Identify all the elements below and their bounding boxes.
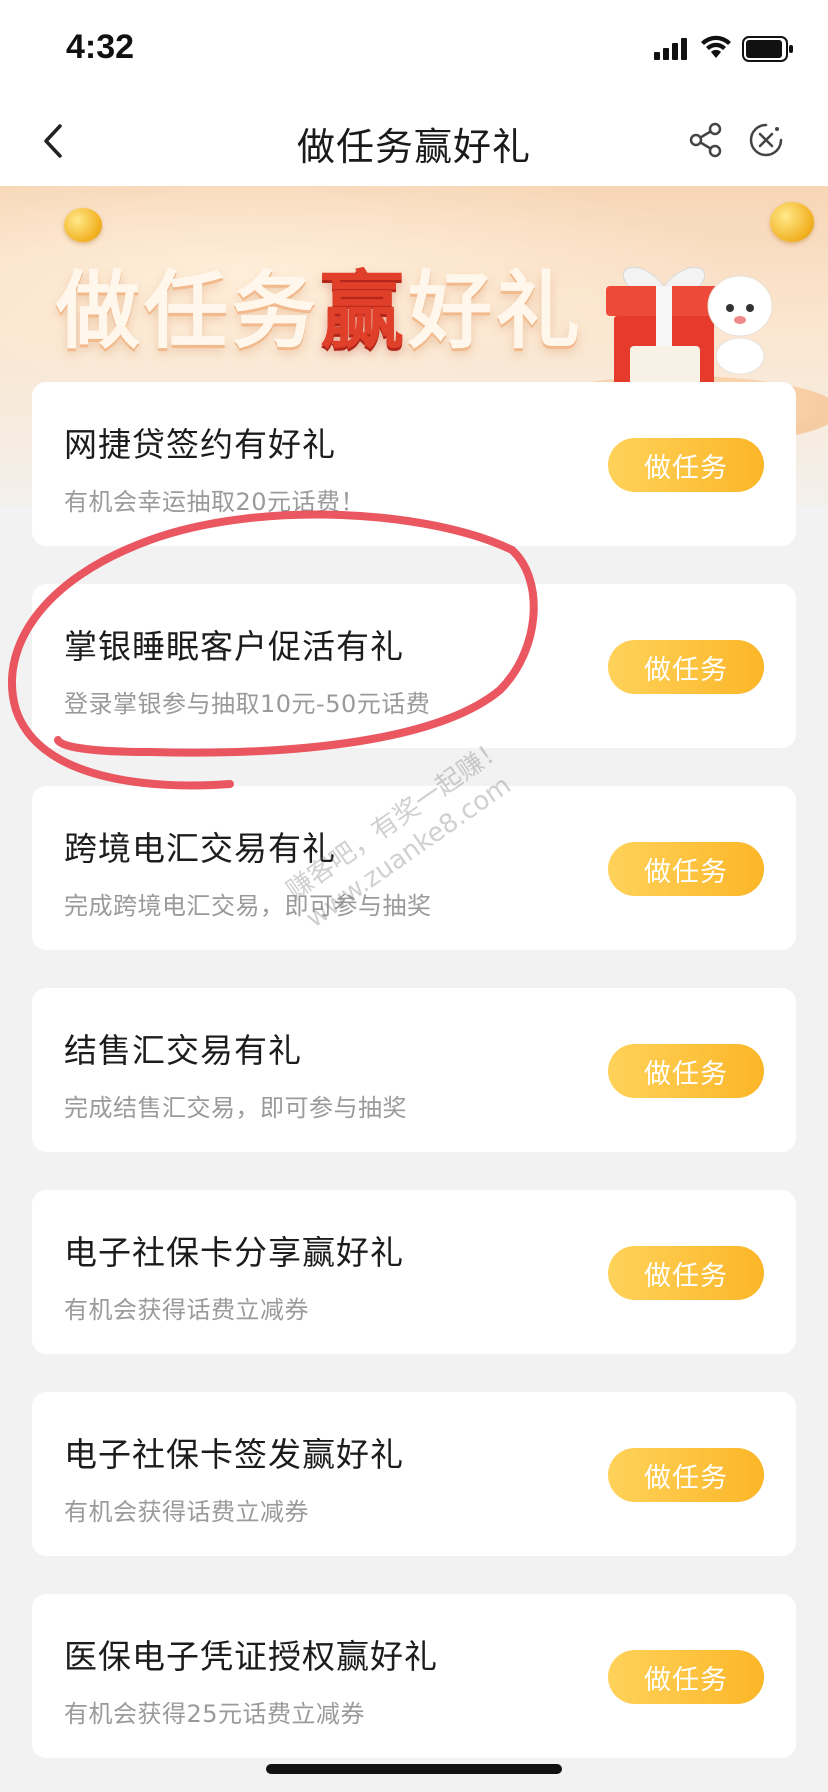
task-desc: 完成结售汇交易，即可参与抽奖 <box>64 1094 407 1122</box>
do-task-button[interactable]: 做任务 <box>608 1448 764 1502</box>
task-title: 医保电子凭证授权赢好礼 <box>64 1637 438 1676</box>
task-title: 电子社保卡签发赢好礼 <box>64 1435 404 1474</box>
signal-icon <box>654 38 687 60</box>
do-task-button[interactable]: 做任务 <box>608 842 764 896</box>
task-desc: 有机会获得25元话费立减券 <box>64 1700 366 1728</box>
close-icon[interactable] <box>748 122 784 158</box>
coin-icon <box>770 202 814 242</box>
do-task-button[interactable]: 做任务 <box>608 1044 764 1098</box>
task-title: 跨境电汇交易有礼 <box>64 829 336 868</box>
banner-title: 做任务赢好礼 <box>56 262 585 360</box>
task-card: 电子社保卡签发赢好礼 有机会获得话费立减券 做任务 <box>32 1392 796 1556</box>
wifi-icon <box>701 35 731 58</box>
share-icon[interactable] <box>688 122 724 158</box>
task-desc: 有机会获得话费立减券 <box>64 1296 309 1324</box>
do-task-button[interactable]: 做任务 <box>608 640 764 694</box>
task-card: 电子社保卡分享赢好礼 有机会获得话费立减券 做任务 <box>32 1190 796 1354</box>
do-task-button[interactable]: 做任务 <box>608 1650 764 1704</box>
task-title: 网捷贷签约有好礼 <box>64 425 336 464</box>
task-card: 掌银睡眠客户促活有礼 登录掌银参与抽取10元-50元话费 做任务 <box>32 584 796 748</box>
battery-icon <box>742 36 793 62</box>
task-title: 结售汇交易有礼 <box>64 1031 302 1070</box>
task-card: 医保电子凭证授权赢好礼 有机会获得25元话费立减券 做任务 <box>32 1594 796 1758</box>
do-task-button[interactable]: 做任务 <box>608 438 764 492</box>
home-indicator <box>266 1764 562 1774</box>
mascot-icon <box>707 275 773 375</box>
task-card: 结售汇交易有礼 完成结售汇交易，即可参与抽奖 做任务 <box>32 988 796 1152</box>
task-card: 网捷贷签约有好礼 有机会幸运抽取20元话费！ 做任务 <box>32 382 796 546</box>
status-time: 4:32 <box>66 28 135 66</box>
task-title: 电子社保卡分享赢好礼 <box>64 1233 404 1272</box>
coin-icon <box>64 208 102 242</box>
nav-bar: 做任务赢好礼 <box>0 96 828 186</box>
task-desc: 登录掌银参与抽取10元-50元话费 <box>64 690 431 718</box>
task-desc: 有机会获得话费立减券 <box>64 1498 309 1526</box>
task-desc: 有机会幸运抽取20元话费！ <box>64 488 366 516</box>
task-title: 掌银睡眠客户促活有礼 <box>64 627 404 666</box>
do-task-button[interactable]: 做任务 <box>608 1246 764 1300</box>
status-bar: 4:32 <box>0 0 828 96</box>
